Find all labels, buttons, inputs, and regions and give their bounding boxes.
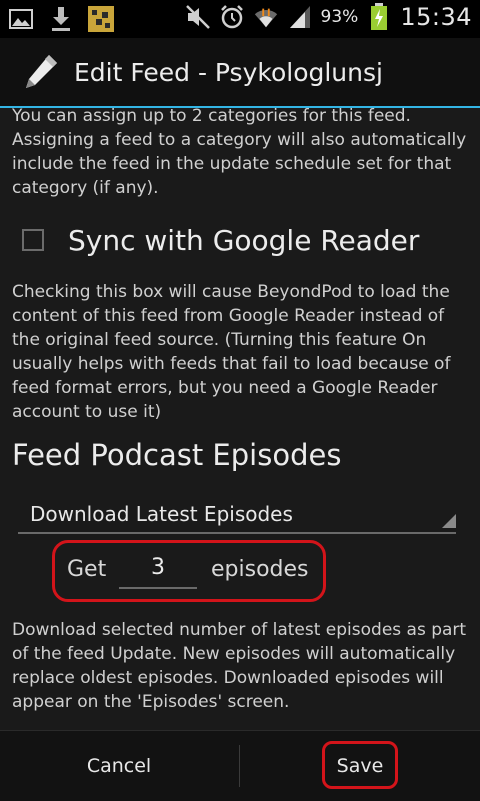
cancel-button[interactable]: Cancel [0, 731, 238, 801]
episode-count-row: Get 3 episodes [52, 540, 326, 602]
alarm-icon [219, 3, 245, 31]
edit-feed-form[interactable]: You can assign up to 2 categories for th… [0, 108, 480, 730]
dropdown-caret-icon [442, 513, 456, 532]
wifi-icon [253, 3, 279, 31]
sync-label[interactable]: Sync with Google Reader [68, 224, 419, 257]
page-title: Edit Feed - Psykologlunsj [74, 58, 383, 87]
download-mode-dropdown[interactable]: Download Latest Episodes [18, 496, 456, 534]
mute-icon [185, 3, 211, 31]
episode-count-input[interactable]: 3 [119, 551, 197, 589]
sync-google-reader-option[interactable]: Sync with Google Reader [22, 220, 419, 260]
download-description: Download selected number of latest episo… [12, 620, 467, 712]
get-label: Get [67, 557, 107, 582]
save-highlight-ring [322, 741, 398, 789]
download-mode-value: Download Latest Episodes [30, 502, 293, 526]
pencil-icon [22, 52, 60, 96]
status-bar: 93% 15:34 [0, 0, 480, 38]
action-bar: Edit Feed - Psykologlunsj [0, 38, 480, 108]
download-icon [48, 5, 74, 33]
button-bar: Cancel Save [0, 730, 480, 801]
episodes-label: episodes [211, 557, 309, 582]
clock: 15:34 [400, 3, 472, 31]
battery-percent: 93% [320, 7, 359, 27]
sync-description: Checking this box will cause BeyondPod t… [12, 282, 451, 422]
signal-icon [287, 3, 313, 31]
sync-checkbox[interactable] [22, 229, 44, 251]
image-icon [8, 5, 34, 33]
podcast-section-title: Feed Podcast Episodes [12, 438, 342, 472]
battery-icon [366, 3, 392, 31]
categories-description: You can assign up to 2 categories for th… [12, 108, 467, 198]
app-icon [88, 5, 114, 33]
